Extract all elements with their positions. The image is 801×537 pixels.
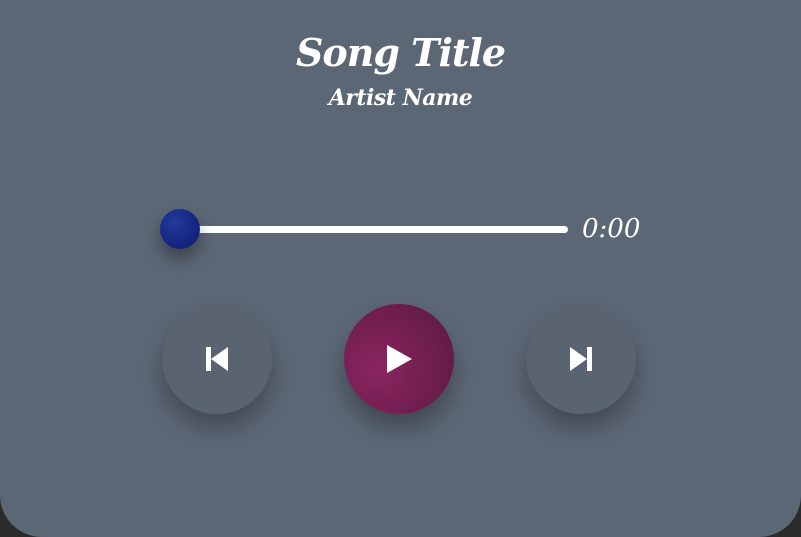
elapsed-time: 0:00 — [582, 214, 641, 244]
skip-previous-icon — [206, 347, 228, 371]
play-button[interactable] — [344, 304, 454, 414]
play-icon — [387, 345, 412, 373]
song-title: Song Title — [295, 30, 506, 75]
next-button[interactable] — [526, 304, 636, 414]
skip-next-icon — [570, 347, 592, 371]
music-player-card: Song Title Artist Name 0:00 — [0, 0, 801, 537]
progress-thumb[interactable] — [160, 209, 200, 249]
previous-button[interactable] — [162, 304, 272, 414]
artist-name: Artist Name — [328, 85, 473, 111]
progress-bar[interactable] — [180, 226, 568, 233]
